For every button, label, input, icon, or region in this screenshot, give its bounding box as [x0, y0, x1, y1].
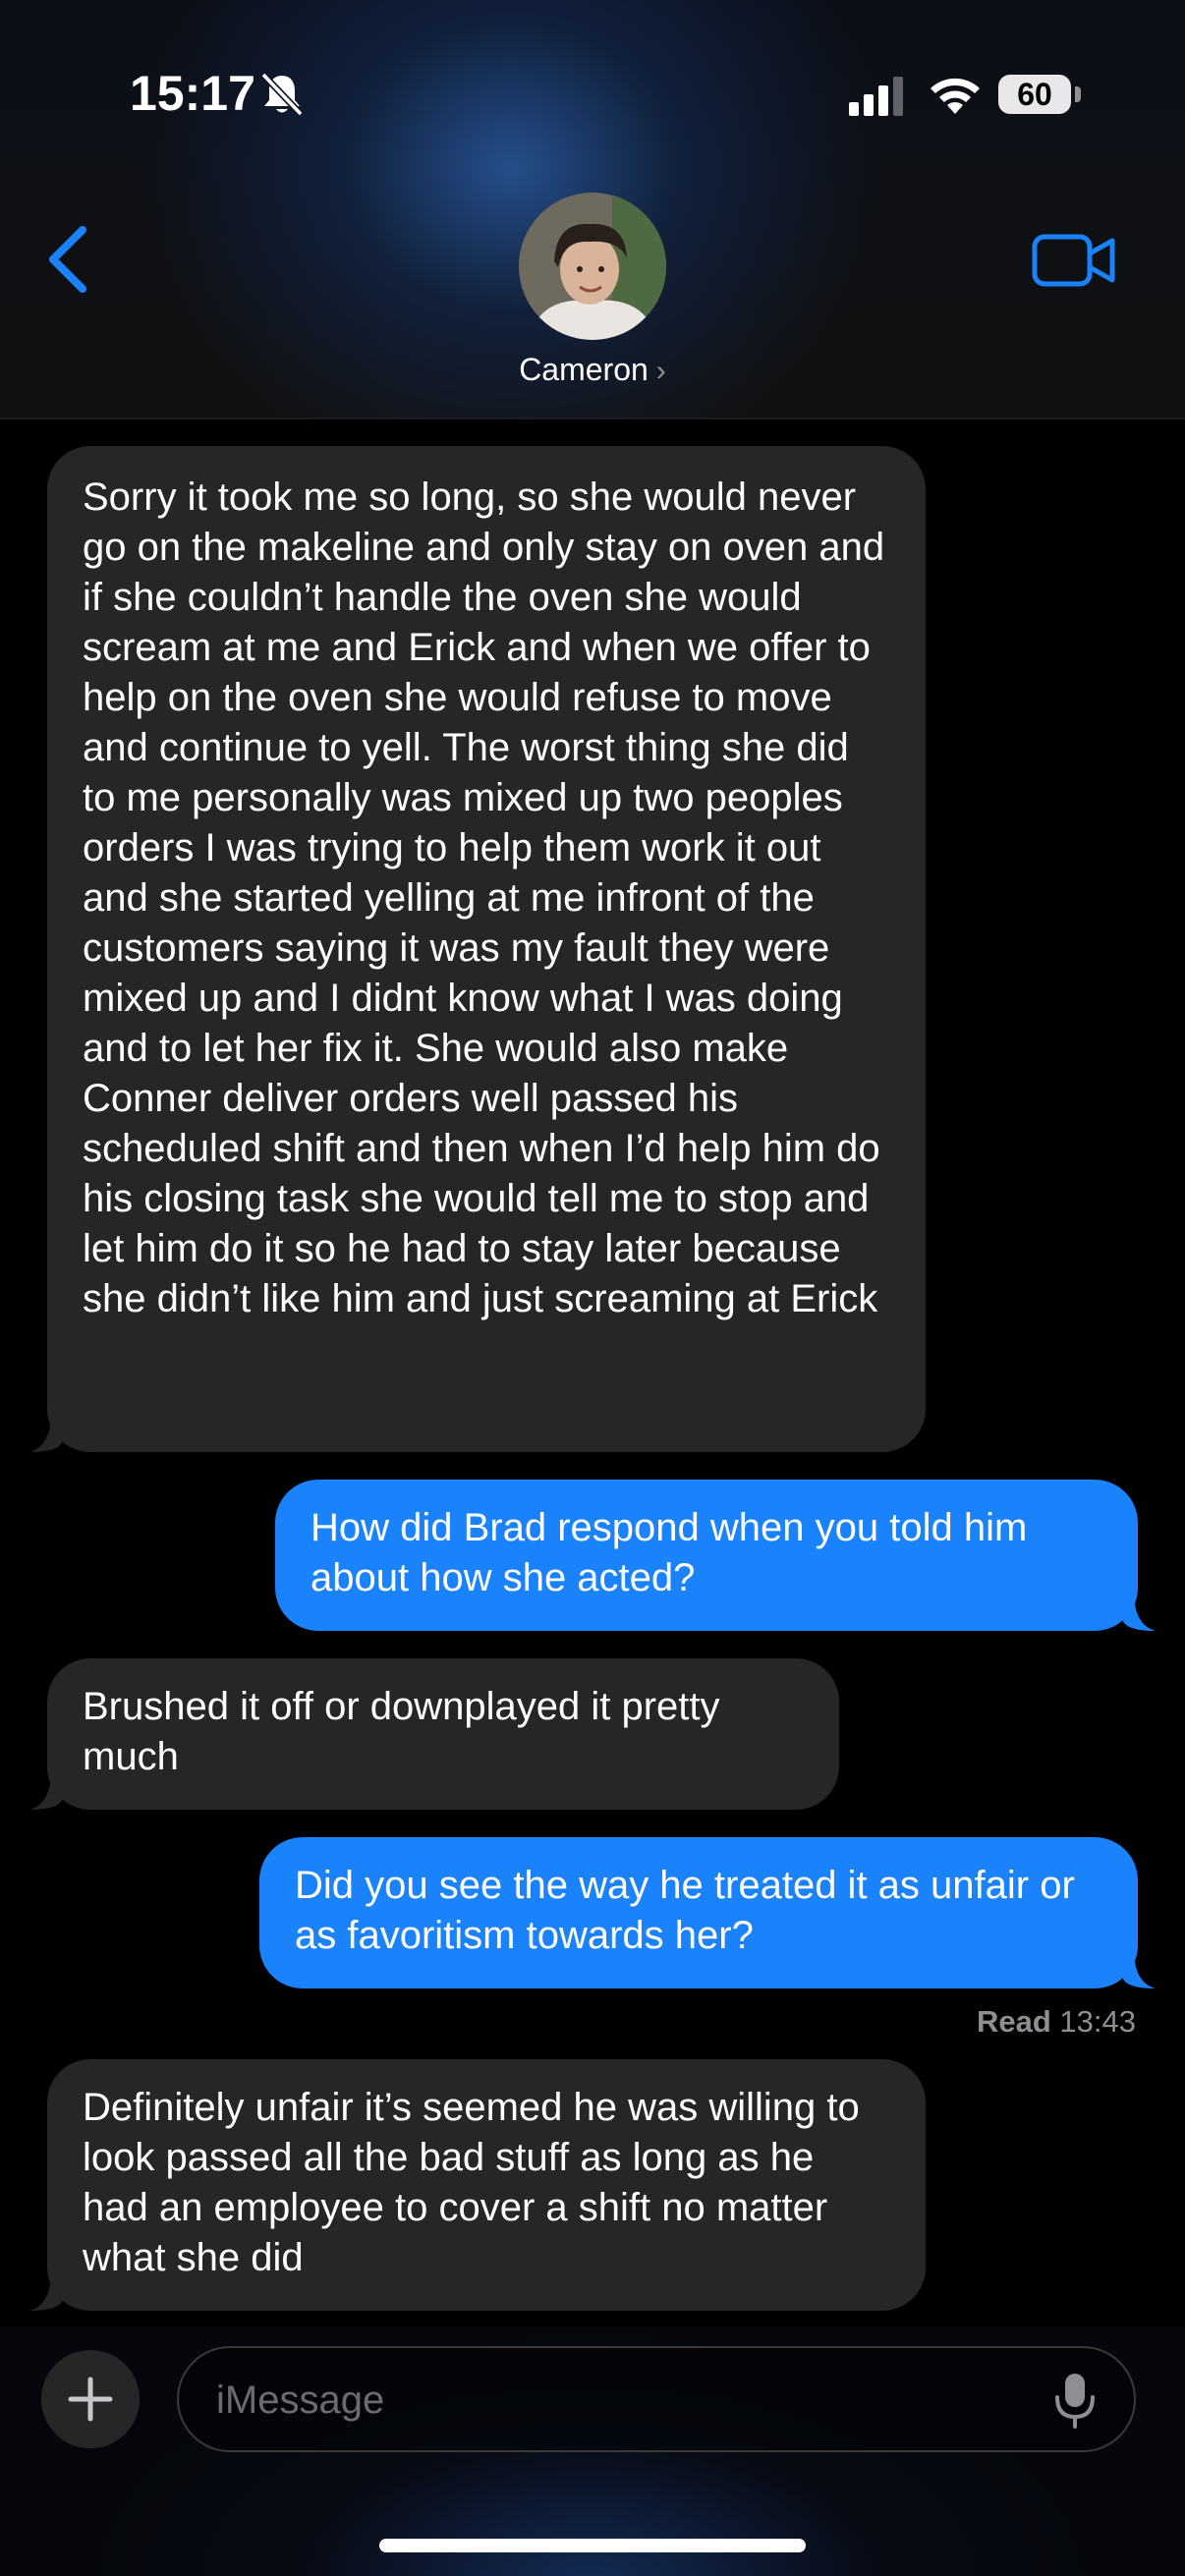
chevron-right-icon: › [655, 355, 666, 387]
battery-cap [1075, 86, 1081, 102]
contact-avatar[interactable] [519, 193, 666, 340]
bell-slash-icon [260, 72, 304, 117]
read-time: 13:43 [1059, 2004, 1136, 2039]
bubble-tail [1122, 1592, 1156, 1631]
wifi-icon [931, 78, 980, 114]
video-call-button[interactable] [1032, 232, 1116, 289]
bubble-tail [1122, 1949, 1156, 1988]
bubble-tail [29, 2271, 63, 2311]
avatar-photo [519, 193, 666, 340]
cellular-signal-icon [849, 77, 903, 116]
contact-name: Cameron [519, 352, 649, 387]
message-field[interactable] [177, 2346, 1136, 2452]
microphone-icon[interactable] [1053, 2372, 1097, 2429]
bubble-tail [29, 1413, 63, 1452]
status-time: 15:17 [130, 66, 255, 121]
plus-button[interactable] [41, 2350, 140, 2448]
plus-icon [68, 2377, 113, 2422]
back-button[interactable] [39, 222, 94, 297]
incoming-message-bubble[interactable]: Definitely unfair it’s seemed he was wil… [47, 2059, 926, 2311]
read-label: Read [976, 2004, 1051, 2039]
contact-name-row[interactable]: Cameron › [0, 352, 1185, 388]
battery-icon: 60 [998, 75, 1071, 114]
read-receipt: Read 13:43 [977, 2004, 1136, 2040]
outgoing-message-bubble[interactable]: Did you see the way he treated it as unf… [259, 1837, 1138, 1988]
incoming-message-bubble[interactable]: Brushed it off or downplayed it pretty m… [47, 1658, 839, 1810]
conversation-header: 15:17 60 Cameron › [0, 0, 1185, 420]
message-input[interactable] [214, 2348, 1024, 2452]
home-indicator[interactable] [379, 2539, 806, 2552]
bubble-tail [29, 1770, 63, 1810]
incoming-message-bubble[interactable]: Sorry it took me so long, so she would n… [47, 446, 926, 1452]
outgoing-message-bubble[interactable]: How did Brad respond when you told him a… [275, 1480, 1138, 1631]
